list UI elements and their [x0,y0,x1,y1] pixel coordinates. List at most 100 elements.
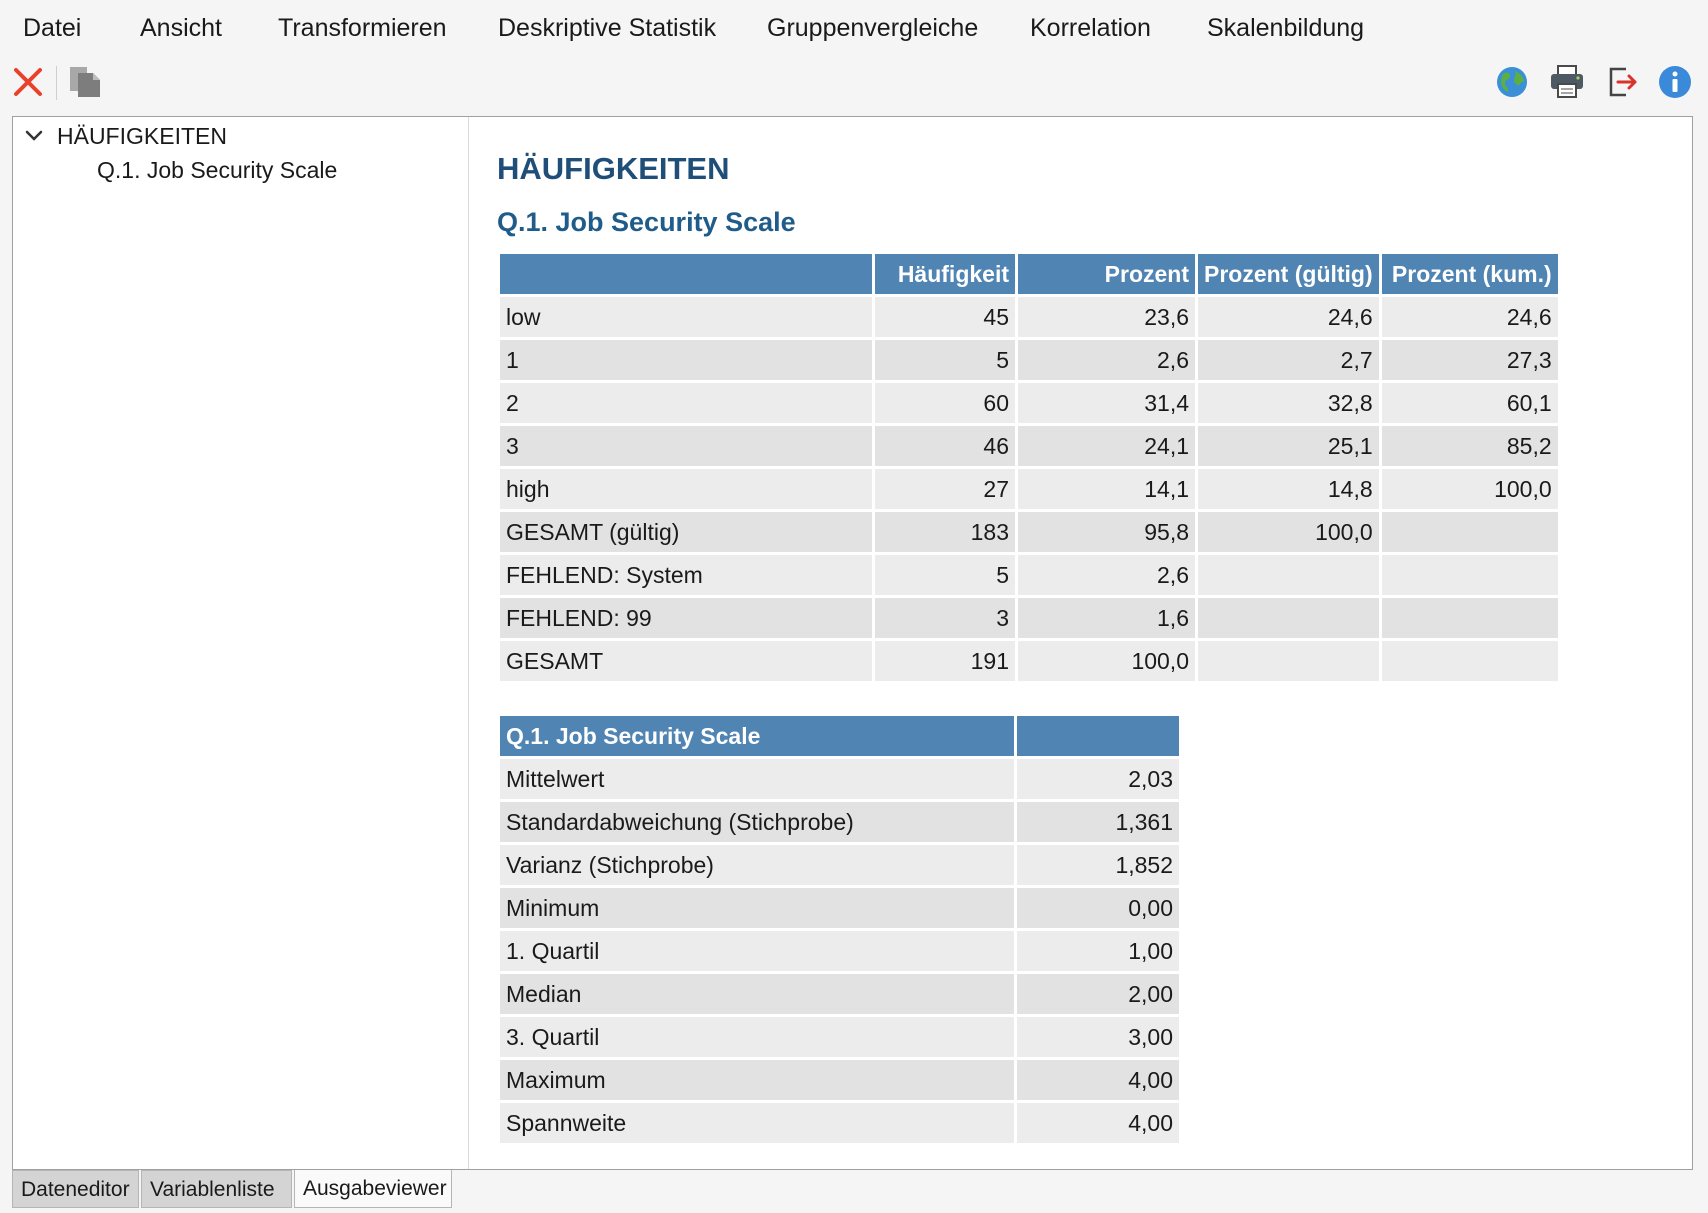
table-cell: 5 [875,555,1015,595]
output-tree: HÄUFIGKEITEN Q.1. Job Security Scale [13,117,469,1169]
globe-icon[interactable] [1492,58,1532,106]
table-cell: 3 [500,426,872,466]
table-cell: 2,00 [1017,974,1179,1014]
table-cell [1381,512,1558,552]
tree-node-label: Q.1. Job Security Scale [97,157,338,183]
table-cell: 23,6 [1018,297,1195,337]
table-cell: 60 [875,383,1015,423]
table-cell: 1,00 [1017,931,1179,971]
column-header: Prozent (gültig) [1198,254,1379,294]
table-cell: GESAMT (gültig) [500,512,872,552]
table-cell: Median [500,974,1014,1014]
table-cell: 24,6 [1198,297,1379,337]
table-cell: Minimum [500,888,1014,928]
menu-skalenbildung[interactable]: Skalenbildung [1207,12,1364,44]
printer-icon[interactable] [1547,58,1587,106]
table-row: 1 5 2,6 2,7 27,3 [500,340,1558,380]
table-cell: 24,1 [1018,426,1195,466]
table-cell: 2 [500,383,872,423]
tab-ausgabeviewer[interactable]: Ausgabeviewer [294,1170,452,1208]
table-cell: low [500,297,872,337]
table-row: Minimum 0,00 [500,888,1179,928]
table-row: Maximum 4,00 [500,1060,1179,1100]
menu-korrelation[interactable]: Korrelation [1030,12,1151,44]
table-row: Spannweite 4,00 [500,1103,1179,1143]
main-panel: HÄUFIGKEITEN Q.1. Job Security Scale HÄU… [12,116,1693,1170]
table-cell: 85,2 [1381,426,1558,466]
table-cell: 45 [875,297,1015,337]
close-icon[interactable] [8,58,48,106]
tab-dateneditor[interactable]: Dateneditor [12,1170,139,1208]
table-cell: 3,00 [1017,1017,1179,1057]
table-cell: 1,852 [1017,845,1179,885]
table-cell [1198,641,1379,681]
table-header-row: Häufigkeit Prozent Prozent (gültig) Proz… [500,254,1558,294]
info-icon[interactable] [1655,58,1695,106]
table-cell: 1,6 [1018,598,1195,638]
toolbar [0,58,1708,112]
copy-icon[interactable] [65,58,105,106]
table-cell: GESAMT [500,641,872,681]
table-cell: Spannweite [500,1103,1014,1143]
output-subheading: Q.1. Job Security Scale [497,207,796,237]
table-cell: 5 [875,340,1015,380]
table-row: 3 46 24,1 25,1 85,2 [500,426,1558,466]
table-cell: 4,00 [1017,1103,1179,1143]
table-cell: 2,6 [1018,555,1195,595]
table-cell: 25,1 [1198,426,1379,466]
export-icon[interactable] [1603,58,1643,106]
tree-node-haeufigkeiten[interactable]: HÄUFIGKEITEN [23,121,227,151]
menu-gruppenvergleiche[interactable]: Gruppenvergleiche [767,12,978,44]
table-cell: 27,3 [1381,340,1558,380]
table-cell [1198,555,1379,595]
table-cell: 1,361 [1017,802,1179,842]
table-cell [1381,555,1558,595]
table-header-row: Q.1. Job Security Scale [500,716,1179,756]
table-cell: 100,0 [1381,469,1558,509]
table-cell: 2,7 [1198,340,1379,380]
table-row: Median 2,00 [500,974,1179,1014]
table-row: 3. Quartil 3,00 [500,1017,1179,1057]
frequency-table: Häufigkeit Prozent Prozent (gültig) Proz… [497,251,1561,684]
table-cell: 46 [875,426,1015,466]
table-cell: 100,0 [1018,641,1195,681]
table-row: GESAMT 191 100,0 [500,641,1558,681]
table-cell: 3 [875,598,1015,638]
table-cell: 60,1 [1381,383,1558,423]
table-row: Standardabweichung (Stichprobe) 1,361 [500,802,1179,842]
table-cell: 2,03 [1017,759,1179,799]
table-cell: 183 [875,512,1015,552]
output-viewer: HÄUFIGKEITEN Q.1. Job Security Scale Häu… [470,117,1692,1169]
table-row: 2 60 31,4 32,8 60,1 [500,383,1558,423]
tab-variablenliste[interactable]: Variablenliste [141,1170,292,1208]
table-cell: 24,6 [1381,297,1558,337]
table-cell: Standardabweichung (Stichprobe) [500,802,1014,842]
menu-datei[interactable]: Datei [23,12,81,44]
column-header: Q.1. Job Security Scale [500,716,1014,756]
column-header [1017,716,1179,756]
menu-transformieren[interactable]: Transformieren [278,12,447,44]
table-row: Mittelwert 2,03 [500,759,1179,799]
toolbar-separator [56,66,57,100]
menu-deskriptive-statistik[interactable]: Deskriptive Statistik [498,12,716,44]
column-header: Prozent (kum.) [1381,254,1558,294]
table-row: high 27 14,1 14,8 100,0 [500,469,1558,509]
table-cell: 4,00 [1017,1060,1179,1100]
table-cell: Maximum [500,1060,1014,1100]
table-row: low 45 23,6 24,6 24,6 [500,297,1558,337]
table-cell: 1. Quartil [500,931,1014,971]
table-cell: 14,1 [1018,469,1195,509]
menu-ansicht[interactable]: Ansicht [140,12,222,44]
chevron-down-icon[interactable] [23,125,45,147]
table-cell: 32,8 [1198,383,1379,423]
table-cell: 27 [875,469,1015,509]
table-cell [1381,598,1558,638]
table-row: 1. Quartil 1,00 [500,931,1179,971]
column-header: Prozent [1018,254,1195,294]
table-cell: 100,0 [1198,512,1379,552]
table-cell: FEHLEND: 99 [500,598,872,638]
table-cell: 2,6 [1018,340,1195,380]
table-cell: high [500,469,872,509]
table-row: GESAMT (gültig) 183 95,8 100,0 [500,512,1558,552]
tree-node-q1-job-security[interactable]: Q.1. Job Security Scale [97,155,337,185]
